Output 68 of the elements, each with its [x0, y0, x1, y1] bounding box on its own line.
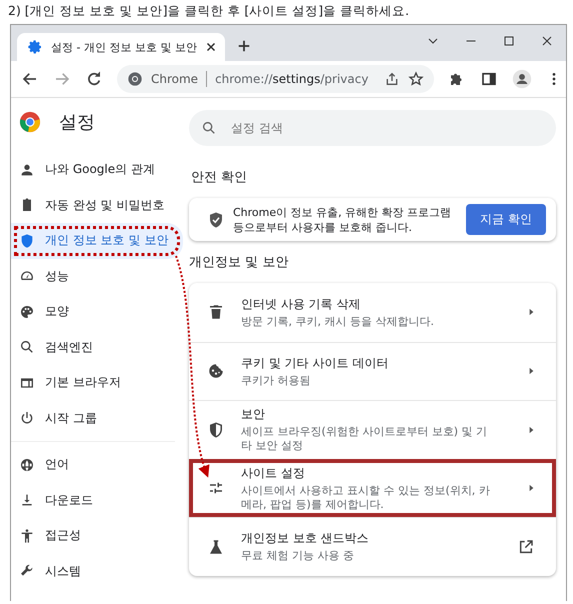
safety-check-text: Chrome이 정보 유출, 유해한 확장 프로그램 등으로부터 사용자를 보호해 줍니다.	[233, 204, 452, 234]
settings-row[interactable]: 쿠키 및 기타 사이트 데이터 쿠키가 허용됨	[189, 342, 556, 400]
sidebar-item[interactable]: 검색엔진	[11, 330, 183, 365]
sidebar-item[interactable]: 성능	[11, 258, 183, 294]
search-icon	[201, 120, 217, 136]
settings-row[interactable]: 보안 세이프 브라우징(위험한 사이트로부터 보호) 및 기타 보안 설정	[189, 400, 556, 458]
sidebar-item[interactable]: 시작 그룹	[11, 400, 183, 436]
browser-logo-icon	[19, 111, 41, 133]
new-tab-icon[interactable]	[237, 39, 251, 53]
row-subtitle: 방문 기록, 쿠키, 캐시 등을 삭제합니다.	[241, 314, 435, 329]
share-icon[interactable]	[384, 71, 400, 87]
trash-icon	[207, 303, 225, 322]
sidebar-item[interactable]: 나와 Google의 관계	[11, 152, 183, 188]
sidebar-item[interactable]: 자동 완성 및 비밀번호	[11, 188, 183, 223]
flask-icon	[207, 538, 225, 556]
sidebar-item[interactable]: 개인 정보 보호 및 보안	[11, 223, 183, 258]
site-label: Chrome	[151, 72, 198, 86]
sidebar-item[interactable]: 모양	[11, 294, 183, 330]
address-bar[interactable]: Chrome chrome://settings/privacy	[117, 65, 434, 93]
settings-row[interactable]: 개인정보 보호 샌드박스 무료 체험 기능 사용 중	[189, 517, 556, 576]
close-icon[interactable]	[541, 35, 553, 47]
row-subtitle: 사이트에서 사용하고 표시할 수 있는 정보(위치, 카메라, 팝업 등)를 제어합니다.	[241, 484, 491, 512]
cookie-icon	[207, 362, 225, 380]
star-icon[interactable]	[408, 71, 424, 87]
row-subtitle: 무료 체험 기능 사용 중	[241, 549, 355, 564]
power-icon	[19, 410, 35, 426]
profile-avatar-icon[interactable]	[512, 69, 532, 89]
check-now-button[interactable]: 지금 확인	[466, 204, 546, 235]
globe-icon	[19, 456, 35, 473]
sidebar-item[interactable]: 언어	[11, 447, 183, 482]
settings-title: 설정	[59, 111, 95, 134]
search-field[interactable]: 설정 검색	[189, 110, 556, 146]
row-title: 쿠키 및 기타 사이트 데이터	[241, 354, 390, 372]
settings-row[interactable]: 사이트 설정 사이트에서 사용하고 표시할 수 있는 정보(위치, 카메라, 팝업 등)를 제어합니다.	[189, 458, 556, 517]
reload-icon[interactable]	[85, 70, 103, 88]
shield-icon	[19, 232, 35, 249]
accessibility-icon	[19, 528, 35, 544]
url-text: chrome://settings/privacy	[215, 72, 368, 86]
caret-right-icon	[529, 484, 534, 492]
row-title: 인터넷 사용 기록 삭제	[241, 296, 362, 313]
maximize-icon[interactable]	[503, 35, 515, 47]
palette-icon	[19, 304, 35, 320]
side-panel-icon[interactable]	[480, 70, 498, 88]
browser-logo-icon	[127, 71, 143, 87]
settings-row[interactable]: 인터넷 사용 기록 삭제 방문 기록, 쿠키, 캐시 등을 삭제합니다.	[189, 283, 556, 342]
instruction-text: 2) [개인 정보 보호 및 보안]을 클릭한 후 [사이트 설정]을 클릭하세요.	[7, 2, 410, 20]
row-subtitle: 세이프 브라우징(위험한 사이트로부터 보호) 및 기타 보안 설정	[241, 425, 488, 454]
gear-icon	[27, 39, 43, 55]
person-icon	[19, 162, 35, 178]
close-icon[interactable]	[204, 41, 217, 53]
external-link-icon	[518, 538, 534, 555]
row-title: 사이트 설정	[241, 464, 306, 482]
section-heading: 안전 확인	[191, 169, 248, 186]
row-title: 보안	[241, 406, 266, 424]
sidebar-item[interactable]: 접근성	[11, 518, 183, 554]
section-heading: 개인정보 및 보안	[189, 254, 290, 271]
caret-right-icon	[529, 367, 534, 376]
shield-icon	[207, 420, 225, 439]
caret-right-icon	[529, 426, 534, 434]
browser-tab[interactable]: 설정 - 개인 정보 보호 및 보안	[17, 33, 225, 61]
shield-check-icon	[207, 210, 225, 228]
search-icon	[19, 339, 35, 356]
sidebar-item[interactable]: 시스템	[11, 554, 183, 589]
sidebar-item[interactable]: 기본 브라우저	[11, 365, 183, 400]
row-subtitle: 쿠키가 허용됨	[241, 374, 312, 388]
row-title: 개인정보 보호 샌드박스	[241, 530, 370, 548]
caret-right-icon	[529, 308, 534, 316]
sidebar-item[interactable]: 다운로드	[11, 482, 183, 518]
